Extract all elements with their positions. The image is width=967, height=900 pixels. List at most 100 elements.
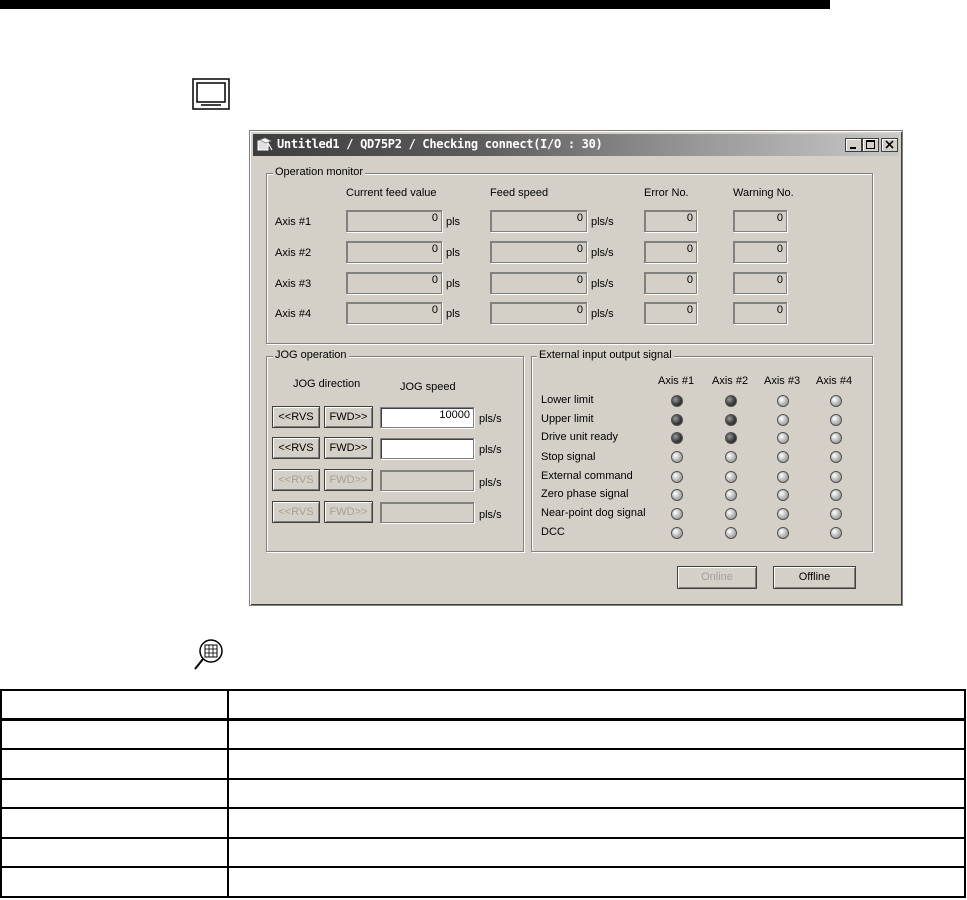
warning-no-field: 0	[733, 241, 787, 263]
table-cell	[227, 718, 966, 750]
speed-unit: pls/s	[591, 216, 614, 228]
rvs-button[interactable]: <<RVS	[272, 406, 320, 428]
current-feed-value-field: 0	[346, 241, 442, 263]
axis-column-header-1: Axis #1	[658, 375, 695, 387]
table-cell	[0, 866, 229, 898]
axis-column-header-3: Axis #3	[764, 375, 801, 387]
signal-label: Drive unit ready	[541, 431, 619, 443]
description-table	[0, 689, 966, 898]
table-cell	[0, 689, 229, 721]
jog-speed-input[interactable]	[380, 438, 474, 459]
feed-speed-field: 0	[490, 241, 587, 263]
signal-label: External command	[541, 470, 633, 482]
table-row	[0, 866, 966, 898]
error-no-field: 0	[644, 272, 697, 294]
table-cell	[227, 807, 966, 839]
signal-indicator-led	[830, 508, 842, 520]
current-unit: pls	[446, 308, 461, 320]
signal-indicator-led	[671, 527, 683, 539]
signal-label: Stop signal	[541, 451, 596, 463]
warning-no-field: 0	[733, 302, 787, 324]
minimize-button[interactable]	[845, 138, 862, 152]
axis-label: Axis #2	[275, 247, 312, 259]
signal-label: Upper limit	[541, 413, 594, 425]
jog-speed-input[interactable]: 10000	[380, 407, 474, 428]
signal-indicator-led	[777, 432, 789, 444]
error-no-field: 0	[644, 210, 697, 232]
current-unit: pls	[446, 247, 461, 259]
table-cell	[227, 689, 966, 721]
close-button[interactable]	[881, 138, 898, 152]
signal-indicator-led	[830, 432, 842, 444]
jog-speed-unit: pls/s	[479, 413, 502, 425]
current-unit: pls	[446, 216, 461, 228]
signal-indicator-led	[725, 508, 737, 520]
screen-icon	[192, 78, 230, 110]
signal-indicator-led	[725, 451, 737, 463]
error-no-header: Error No.	[644, 187, 689, 199]
current-feed-value-field: 0	[346, 302, 442, 324]
signal-indicator-led	[725, 395, 737, 407]
rvs-button: <<RVS	[272, 469, 320, 491]
maximize-button[interactable]	[862, 138, 879, 152]
table-cell	[0, 748, 229, 780]
table-cell	[0, 807, 229, 839]
signal-label: Lower limit	[541, 394, 594, 406]
fwd-button: FWD>>	[324, 469, 373, 491]
online-button: Online	[677, 566, 757, 589]
fwd-button[interactable]: FWD>>	[324, 437, 373, 459]
jog-speed-unit: pls/s	[479, 509, 502, 521]
signal-label: Zero phase signal	[541, 488, 629, 500]
signal-indicator-led	[725, 527, 737, 539]
warning-no-field: 0	[733, 272, 787, 294]
table-row	[0, 777, 966, 809]
speed-unit: pls/s	[591, 247, 614, 259]
signal-indicator-led	[671, 451, 683, 463]
table-cell	[227, 866, 966, 898]
rvs-button[interactable]: <<RVS	[272, 437, 320, 459]
signal-indicator-led	[671, 489, 683, 501]
header-rule	[0, 0, 830, 9]
table-cell	[0, 777, 229, 809]
jog-speed-input	[380, 470, 474, 491]
table-cell	[227, 836, 966, 868]
table-cell	[227, 777, 966, 809]
signal-indicator-led	[671, 414, 683, 426]
current-feed-value-field: 0	[346, 210, 442, 232]
fwd-button[interactable]: FWD>>	[324, 406, 373, 428]
signal-indicator-led	[777, 395, 789, 407]
rvs-button: <<RVS	[272, 501, 320, 523]
jog-speed-unit: pls/s	[479, 444, 502, 456]
signal-indicator-led	[830, 489, 842, 501]
jog-operation-legend: JOG operation	[273, 349, 349, 361]
signal-indicator-led	[671, 395, 683, 407]
warning-no-header: Warning No.	[733, 187, 794, 199]
signal-indicator-led	[777, 414, 789, 426]
table-header-row	[0, 689, 966, 721]
magnifier-icon	[193, 637, 227, 671]
jog-speed-input	[380, 502, 474, 523]
current-feed-value-header: Current feed value	[346, 187, 437, 199]
signal-indicator-led	[671, 508, 683, 520]
checking-connect-window: Untitled1 / QD75P2 / Checking connect(I/…	[249, 130, 903, 606]
signal-indicator-led	[830, 414, 842, 426]
signal-indicator-led	[777, 471, 789, 483]
signal-indicator-led	[777, 508, 789, 520]
axis-column-header-2: Axis #2	[712, 375, 749, 387]
jog-speed-label: JOG speed	[400, 381, 456, 393]
current-feed-value-field: 0	[346, 272, 442, 294]
speed-unit: pls/s	[591, 278, 614, 290]
offline-button[interactable]: Offline	[773, 566, 856, 589]
feed-speed-field: 0	[490, 272, 587, 294]
window-titlebar: Untitled1 / QD75P2 / Checking connect(I/…	[253, 134, 899, 156]
axis-label: Axis #3	[275, 278, 312, 290]
table-row	[0, 748, 966, 780]
signal-indicator-led	[830, 395, 842, 407]
table-cell	[0, 836, 229, 868]
speed-unit: pls/s	[591, 308, 614, 320]
signal-indicator-led	[777, 451, 789, 463]
axis-label: Axis #1	[275, 216, 312, 228]
warning-no-field: 0	[733, 210, 787, 232]
signal-indicator-led	[830, 471, 842, 483]
axis-column-header-4: Axis #4	[816, 375, 853, 387]
